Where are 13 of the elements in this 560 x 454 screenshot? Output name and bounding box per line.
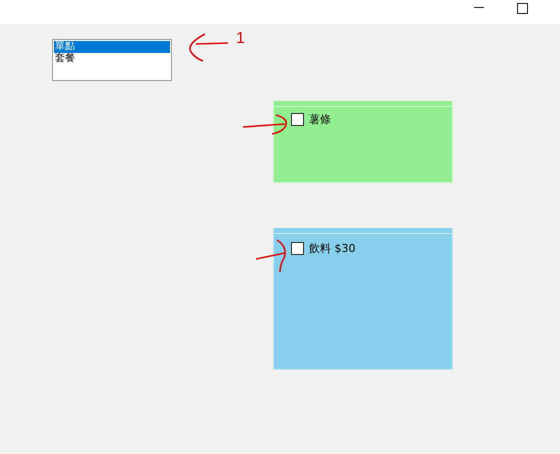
list-box[interactable]: 單點 套餐 [52, 39, 172, 81]
list-item[interactable]: 單點 [54, 41, 170, 53]
checkbox-label: 飲料 $30 [309, 241, 356, 256]
checkbox-label: 薯條 [309, 112, 331, 127]
annotation-arrow [189, 33, 229, 62]
list-item[interactable]: 套餐 [54, 53, 170, 65]
maximize-icon[interactable] [517, 3, 528, 14]
checkbox[interactable] [291, 113, 304, 126]
minimize-icon[interactable] [474, 7, 484, 9]
annotation-arrow [255, 239, 286, 273]
checkbox[interactable] [291, 242, 304, 255]
annotation-label: 1 [236, 30, 245, 48]
annotation-arrow [242, 114, 288, 135]
